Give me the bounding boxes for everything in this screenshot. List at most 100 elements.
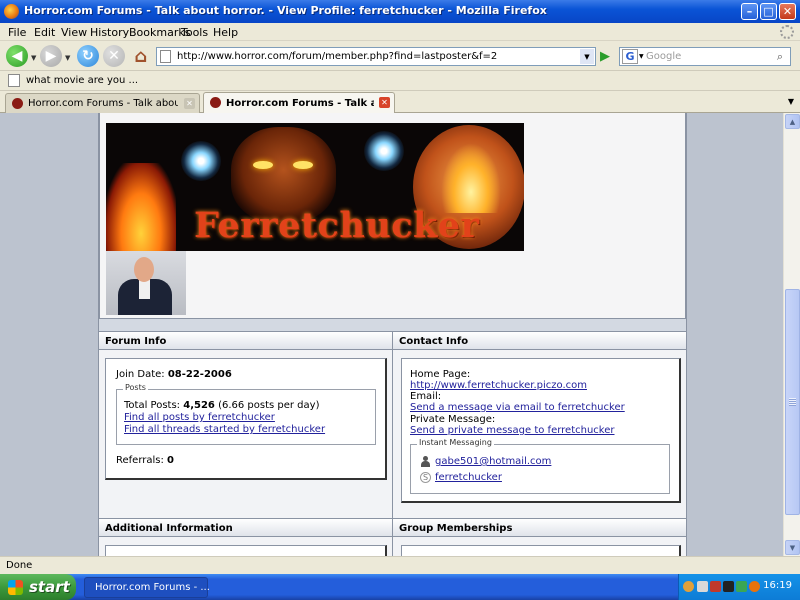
menu-tools[interactable]: Tools xyxy=(181,26,208,39)
back-history-dropdown-icon[interactable]: ▼ xyxy=(31,54,36,62)
page-icon xyxy=(8,74,20,87)
find-all-posts-link[interactable]: Find all posts by ferretchucker xyxy=(124,412,275,423)
windows-taskbar: start Horror.com Forums - ... 16:19 xyxy=(0,574,800,600)
section-divider xyxy=(99,319,686,332)
msn-link[interactable]: gabe501@hotmail.com xyxy=(435,456,551,467)
close-tab-icon[interactable]: ✕ xyxy=(184,98,195,109)
light-flare-graphic xyxy=(364,131,404,171)
menu-history[interactable]: History xyxy=(90,26,129,39)
posts-fieldset: Posts Total Posts: 4,526 (6.66 posts per… xyxy=(116,383,376,445)
start-label: start xyxy=(29,578,70,596)
engine-dropdown-icon[interactable]: ▼ xyxy=(639,53,644,60)
group-memberships-heading: Group Memberships xyxy=(393,519,686,537)
tab-horror-forums-1[interactable]: Horror.com Forums - Talk about horro... … xyxy=(5,93,200,113)
homepage-link[interactable]: http://www.ferretchucker.piczo.com xyxy=(410,380,587,391)
close-window-button[interactable]: ✕ xyxy=(779,3,796,20)
homepage-label: Home Page: xyxy=(410,369,471,380)
bookmark-label: what movie are you ... xyxy=(26,75,139,86)
search-icon[interactable]: ⌕ xyxy=(772,49,788,64)
total-posts: Total Posts: 4,526 (6.66 posts per day) xyxy=(124,400,319,411)
tab-list-dropdown-icon[interactable]: ▼ xyxy=(788,97,794,106)
posts-per-day: (6.66 posts per day) xyxy=(218,400,320,411)
glowing-eye xyxy=(253,161,273,169)
close-tab-icon[interactable]: ✕ xyxy=(379,97,390,108)
forward-history-dropdown-icon[interactable]: ▼ xyxy=(65,54,70,62)
total-posts-label: Total Posts: xyxy=(124,400,181,411)
banner-name-text: Ferretchucker xyxy=(194,205,480,246)
start-button[interactable]: start xyxy=(0,574,76,600)
scroll-down-arrow-icon[interactable]: ▼ xyxy=(785,540,800,555)
tray-arrow-icon[interactable] xyxy=(683,581,694,592)
instant-messaging-fieldset: Instant Messaging gabe501@hotmail.com S … xyxy=(410,438,670,494)
referrals-label: Referrals: xyxy=(116,455,164,466)
private-message-link[interactable]: Send a private message to ferretchucker xyxy=(410,425,615,436)
reload-button[interactable]: ↻ xyxy=(77,45,99,67)
menu-help[interactable]: Help xyxy=(213,26,238,39)
navigation-toolbar: ◀ ▼ ▶ ▼ ↻ ✕ ⌂ http://www.horror.com/foru… xyxy=(0,41,800,71)
tab-label: Horror.com Forums - Talk about horro... xyxy=(28,98,178,109)
profile-page: Ferretchucker Forum Info Join Date: 08-2… xyxy=(98,113,687,556)
window-title: Horror.com Forums - Talk about horror. -… xyxy=(24,4,547,17)
avatar-head xyxy=(134,257,154,282)
forum-info-heading: Forum Info xyxy=(99,332,392,350)
address-dropdown-icon[interactable]: ▼ xyxy=(580,49,594,64)
flame-graphic xyxy=(106,163,176,251)
tray-app-icon[interactable] xyxy=(736,581,747,592)
firefox-tray-icon[interactable] xyxy=(749,581,760,592)
tab-horror-forums-2[interactable]: Horror.com Forums - Talk about ... ✕ xyxy=(203,92,395,113)
search-placeholder[interactable]: Google xyxy=(646,51,681,62)
skype-link[interactable]: ferretchucker xyxy=(435,472,502,483)
firefox-icon xyxy=(4,4,19,19)
menu-file[interactable]: File xyxy=(8,26,26,39)
profile-picture-panel: Ferretchucker xyxy=(99,113,686,319)
join-date-value: 08-22-2006 xyxy=(167,369,232,380)
private-message-label: Private Message: xyxy=(410,414,496,425)
security-shield-icon[interactable] xyxy=(710,581,721,592)
windows-flag-icon xyxy=(8,579,23,595)
bookmarks-toolbar: what movie are you ... xyxy=(0,71,800,91)
scroll-up-arrow-icon[interactable]: ▲ xyxy=(785,114,800,129)
address-text[interactable]: http://www.horror.com/forum/member.php?f… xyxy=(177,51,497,62)
tray-app-icon[interactable] xyxy=(723,581,734,592)
search-box[interactable]: G ▼ Google ⌕ xyxy=(619,47,791,66)
avatar xyxy=(106,251,186,315)
posts-legend: Posts xyxy=(123,383,148,392)
email-link[interactable]: Send a message via email to ferretchucke… xyxy=(410,402,625,413)
referrals: Referrals: 0 xyxy=(116,455,174,466)
contact-info-panel: Contact Info Home Page: http://www.ferre… xyxy=(393,332,686,518)
network-icon[interactable] xyxy=(697,581,708,592)
minimize-button[interactable]: – xyxy=(741,3,758,20)
taskbar-firefox-item[interactable]: Horror.com Forums - ... xyxy=(84,577,210,598)
forum-info-box: Join Date: 08-22-2006 Posts Total Posts:… xyxy=(105,358,387,480)
throbber-icon xyxy=(780,25,794,39)
scrollbar-thumb[interactable] xyxy=(785,289,800,515)
light-flare-graphic xyxy=(181,141,221,181)
home-button[interactable]: ⌂ xyxy=(130,45,152,67)
window-title-bar: Horror.com Forums - Talk about horror. -… xyxy=(0,0,800,23)
maximize-button[interactable]: □ xyxy=(760,3,777,20)
taskbar-item-label: Horror.com Forums - ... xyxy=(95,582,210,593)
status-text: Done xyxy=(6,560,33,571)
additional-info-panel: Additional Information xyxy=(99,518,393,556)
forward-button[interactable]: ▶ xyxy=(40,45,62,67)
find-all-threads-link[interactable]: Find all threads started by ferretchucke… xyxy=(124,424,325,435)
menu-edit[interactable]: Edit xyxy=(34,26,55,39)
bookmark-item[interactable]: what movie are you ... xyxy=(8,74,138,87)
stop-button[interactable]: ✕ xyxy=(103,45,125,67)
tab-label: Horror.com Forums - Talk about ... xyxy=(226,97,374,109)
horror-favicon-icon xyxy=(12,98,23,109)
horror-favicon-icon xyxy=(210,97,221,108)
vertical-scrollbar[interactable]: ▲ ▼ xyxy=(783,113,800,556)
google-engine-icon[interactable]: G xyxy=(622,49,638,64)
system-tray: 16:19 xyxy=(678,574,800,600)
additional-info-box xyxy=(105,545,387,556)
avatar-shirt xyxy=(139,279,150,299)
address-bar[interactable]: http://www.horror.com/forum/member.php?f… xyxy=(156,47,596,66)
total-posts-value: 4,526 xyxy=(183,400,215,411)
menu-view[interactable]: View xyxy=(61,26,87,39)
additional-info-heading: Additional Information xyxy=(99,519,392,537)
back-button[interactable]: ◀ xyxy=(6,45,28,67)
skype-icon: S xyxy=(420,472,431,483)
go-arrow-icon[interactable]: ▶ xyxy=(597,48,613,64)
referrals-value: 0 xyxy=(167,455,175,466)
